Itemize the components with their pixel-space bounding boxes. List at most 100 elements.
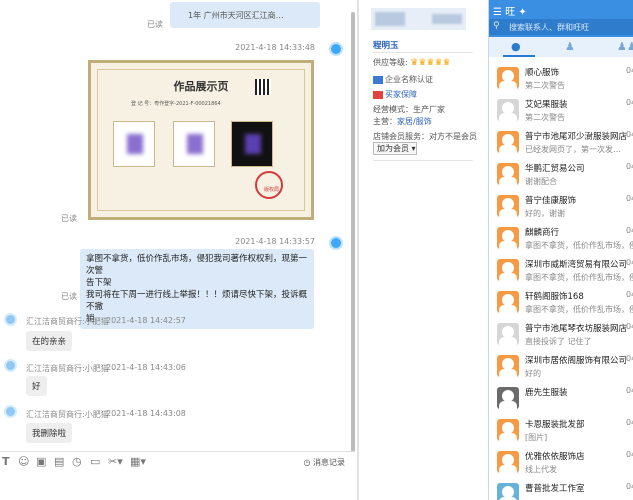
main-business-link[interactable]: 家居/服饰 xyxy=(397,117,432,126)
contact-avatar xyxy=(497,259,519,281)
contact-name: 深圳市居依阁服饰有限公司 xyxy=(525,356,628,366)
contact-list-item[interactable]: 轩鹤阁服饰168 拿图不拿货，低价作乱市场，侵犯… 04- xyxy=(489,286,633,320)
contact-avatar[interactable] xyxy=(4,405,17,418)
panel-divider[interactable] xyxy=(357,0,359,500)
contact-avatar xyxy=(497,483,519,500)
contact-date: 04- xyxy=(626,482,633,491)
contact-snippet: 线上代发 xyxy=(525,465,557,474)
contact-avatar[interactable] xyxy=(4,313,17,326)
contact-avatar xyxy=(497,323,519,345)
artwork-thumb xyxy=(231,121,273,167)
supply-level: 供应等级: ♛♛♛♛♛ xyxy=(373,58,451,68)
contact-date: 04- xyxy=(626,162,633,171)
contact-list-item[interactable]: 顺心服饰第二次警告 04- xyxy=(489,62,633,96)
main-business: 主营：家居/服饰 xyxy=(373,117,432,126)
id-card-icon xyxy=(373,75,383,84)
contact-avatar xyxy=(497,355,519,377)
my-avatar[interactable] xyxy=(329,236,343,250)
enterprise-cert[interactable]: 企业名称认证 xyxy=(373,74,433,85)
contact-list-item[interactable]: 深圳市威斯湾贸易有限公司拿图不拿货，低价作乱市场，侵犯… 04- xyxy=(489,254,633,288)
search-input[interactable]: 搜索联系人、群和旺旺 xyxy=(509,22,589,33)
search-bar[interactable]: ⚲ 搜索联系人、群和旺旺 xyxy=(489,19,633,35)
history-icon[interactable]: ◷ xyxy=(72,456,82,468)
contact-list-item[interactable]: 普宁市池尾琴衣坊服装网店直接投诉了 记住了 04- xyxy=(489,318,633,352)
red-seal-icon: 版权局 xyxy=(255,171,283,199)
contact-name: 顺心服饰 xyxy=(525,68,560,78)
tab-recent[interactable]: ● xyxy=(511,40,521,53)
contact-avatar[interactable] xyxy=(4,359,17,372)
contact-date: 04- xyxy=(626,130,633,139)
crown-icon: ♛♛♛♛♛ xyxy=(410,58,451,68)
image-icon[interactable]: ▣ xyxy=(36,456,46,468)
contact-name: 华鹏汇贸易公司 xyxy=(525,164,585,174)
contact-name: 普宁市池尾邓少澍服装网店 xyxy=(525,132,628,142)
certificate-image[interactable]: 作品展示页 登 记 号：粤作登字-2021-F-00021864 版权局 xyxy=(88,60,314,220)
contact-list-item[interactable]: 深圳市居依阁服饰有限公司好的 04- xyxy=(489,350,633,384)
contact-avatar xyxy=(497,419,519,441)
contact-tabs: ● ♟ ♟♟ xyxy=(489,37,633,57)
contact-date: 04- xyxy=(626,450,633,459)
contact-list-item[interactable]: 普宁佳康服饰好的，谢谢 04- xyxy=(489,190,633,224)
comment-icon[interactable]: ▭ xyxy=(90,456,100,468)
message-time: 2021-4-18 14:43:08 xyxy=(106,409,186,418)
contacts-panel: ☰ 旺 ✦ ⚲ 搜索联系人、群和旺旺 ● ♟ ♟♟ 顺心服饰第二次警告04-艾妃… xyxy=(488,0,633,500)
contact-list-item[interactable]: 麒麟商行拿图不拿货，低价作乱市场，侵犯… 04- xyxy=(489,222,633,256)
contact-avatar xyxy=(497,451,519,473)
contact-list-item[interactable]: 艾妃果服装第二次警告 04- xyxy=(489,94,633,128)
tab-contacts[interactable]: ♟ xyxy=(565,40,575,53)
scissors-icon[interactable]: ✂▾ xyxy=(108,456,123,468)
font-icon[interactable]: T xyxy=(2,456,10,468)
chat-scrollbar[interactable] xyxy=(351,12,355,452)
contact-date: 04- xyxy=(626,66,633,75)
history-link[interactable]: ◷ 消息记录 xyxy=(303,457,345,468)
contact-list-item[interactable]: 普宁市池尾邓少澍服装网店已经发网页了，第一次发… 04- xyxy=(489,126,633,160)
folder-icon[interactable]: ▤ xyxy=(54,456,64,468)
contact-name: 卡恩服装批发部 xyxy=(525,420,585,430)
emoji-icon[interactable]: ☺ xyxy=(18,456,29,468)
tab-groups[interactable]: ♟♟ xyxy=(617,40,633,53)
grid-icon[interactable]: ▦▾ xyxy=(130,456,146,468)
contact-snippet: 拿图不拿货，低价作乱市场，侵犯… xyxy=(525,305,633,314)
input-toolbar: T ☺ ▣ ▤ ◷ ▭ ✂▾ ▦▾ ◷ 消息记录 xyxy=(0,451,355,471)
header-icons[interactable]: ☰ 旺 ✦ xyxy=(493,3,527,18)
contact-list-item[interactable]: 鹿先生服装 04- xyxy=(489,382,633,416)
contact-avatar xyxy=(497,67,519,89)
contact-name: 麒麟商行 xyxy=(525,228,560,238)
certificate-subtitle: 登 记 号：粤作登字-2021-F-00021864 xyxy=(131,101,221,107)
my-avatar[interactable] xyxy=(329,42,343,56)
top-card[interactable]: 1年 广州市天河区汇江商… xyxy=(170,2,320,28)
contact-date: 04- xyxy=(626,322,633,331)
chat-panel: 1年 广州市天河区汇江商… 已读 2021-4-18 14:33:48 作品展示… xyxy=(0,0,355,500)
contact-name: 鹿先生服装 xyxy=(525,388,568,398)
contact-snippet: 第二次警告 xyxy=(525,81,565,90)
contact-snippet: 已经发网页了，第一次发… xyxy=(525,145,621,154)
contact-date: 04- xyxy=(626,258,633,267)
artwork-thumb xyxy=(173,121,215,167)
contact-date: 04- xyxy=(626,290,633,299)
add-member-button[interactable]: 加为会员 ▾ xyxy=(373,142,417,155)
shop-info-panel: 程明玉 供应等级: ♛♛♛♛♛ 企业名称认证 买家保障 经营模式：生产厂家 主营… xyxy=(363,0,477,500)
contact-date: 04- xyxy=(626,354,633,363)
contact-list-item[interactable]: 优雅依依服饰店线上代发 04- xyxy=(489,446,633,480)
contact-date: 04- xyxy=(626,386,633,395)
certificate-title: 作品展示页 xyxy=(173,80,229,93)
message-time: 2021-4-18 14:33:48 xyxy=(235,43,315,52)
contact-name: 曹普批发工作室 xyxy=(525,484,585,494)
buyer-protect[interactable]: 买家保障 xyxy=(373,89,417,100)
contact-avatar xyxy=(497,99,519,121)
contact-name: 艾妃果服装 xyxy=(525,100,568,110)
contact-avatar xyxy=(497,291,519,313)
app-root: 1年 广州市天河区汇江商… 已读 2021-4-18 14:33:48 作品展示… xyxy=(0,0,633,500)
message-bubble: 我删除啦 xyxy=(26,423,73,443)
read-status: 已读 xyxy=(61,292,77,301)
contact-date: 04- xyxy=(626,194,633,203)
contact-list-item[interactable]: 卡恩服装批发部 [图片] 04- xyxy=(489,414,633,448)
contact-date: 04- xyxy=(626,98,633,107)
qr-code xyxy=(255,79,271,95)
shield-icon xyxy=(373,90,383,99)
contact-list-item[interactable]: 曹普批发工作室 04- xyxy=(489,478,633,500)
contact-list-item[interactable]: 华鹏汇贸易公司谢谢配合 04- xyxy=(489,158,633,192)
contact-snippet: 拿图不拿货，低价作乱市场，侵犯… xyxy=(525,273,633,282)
shop-owner-name[interactable]: 程明玉 xyxy=(373,39,399,51)
message-time: 2021-4-18 14:42:57 xyxy=(106,316,186,325)
